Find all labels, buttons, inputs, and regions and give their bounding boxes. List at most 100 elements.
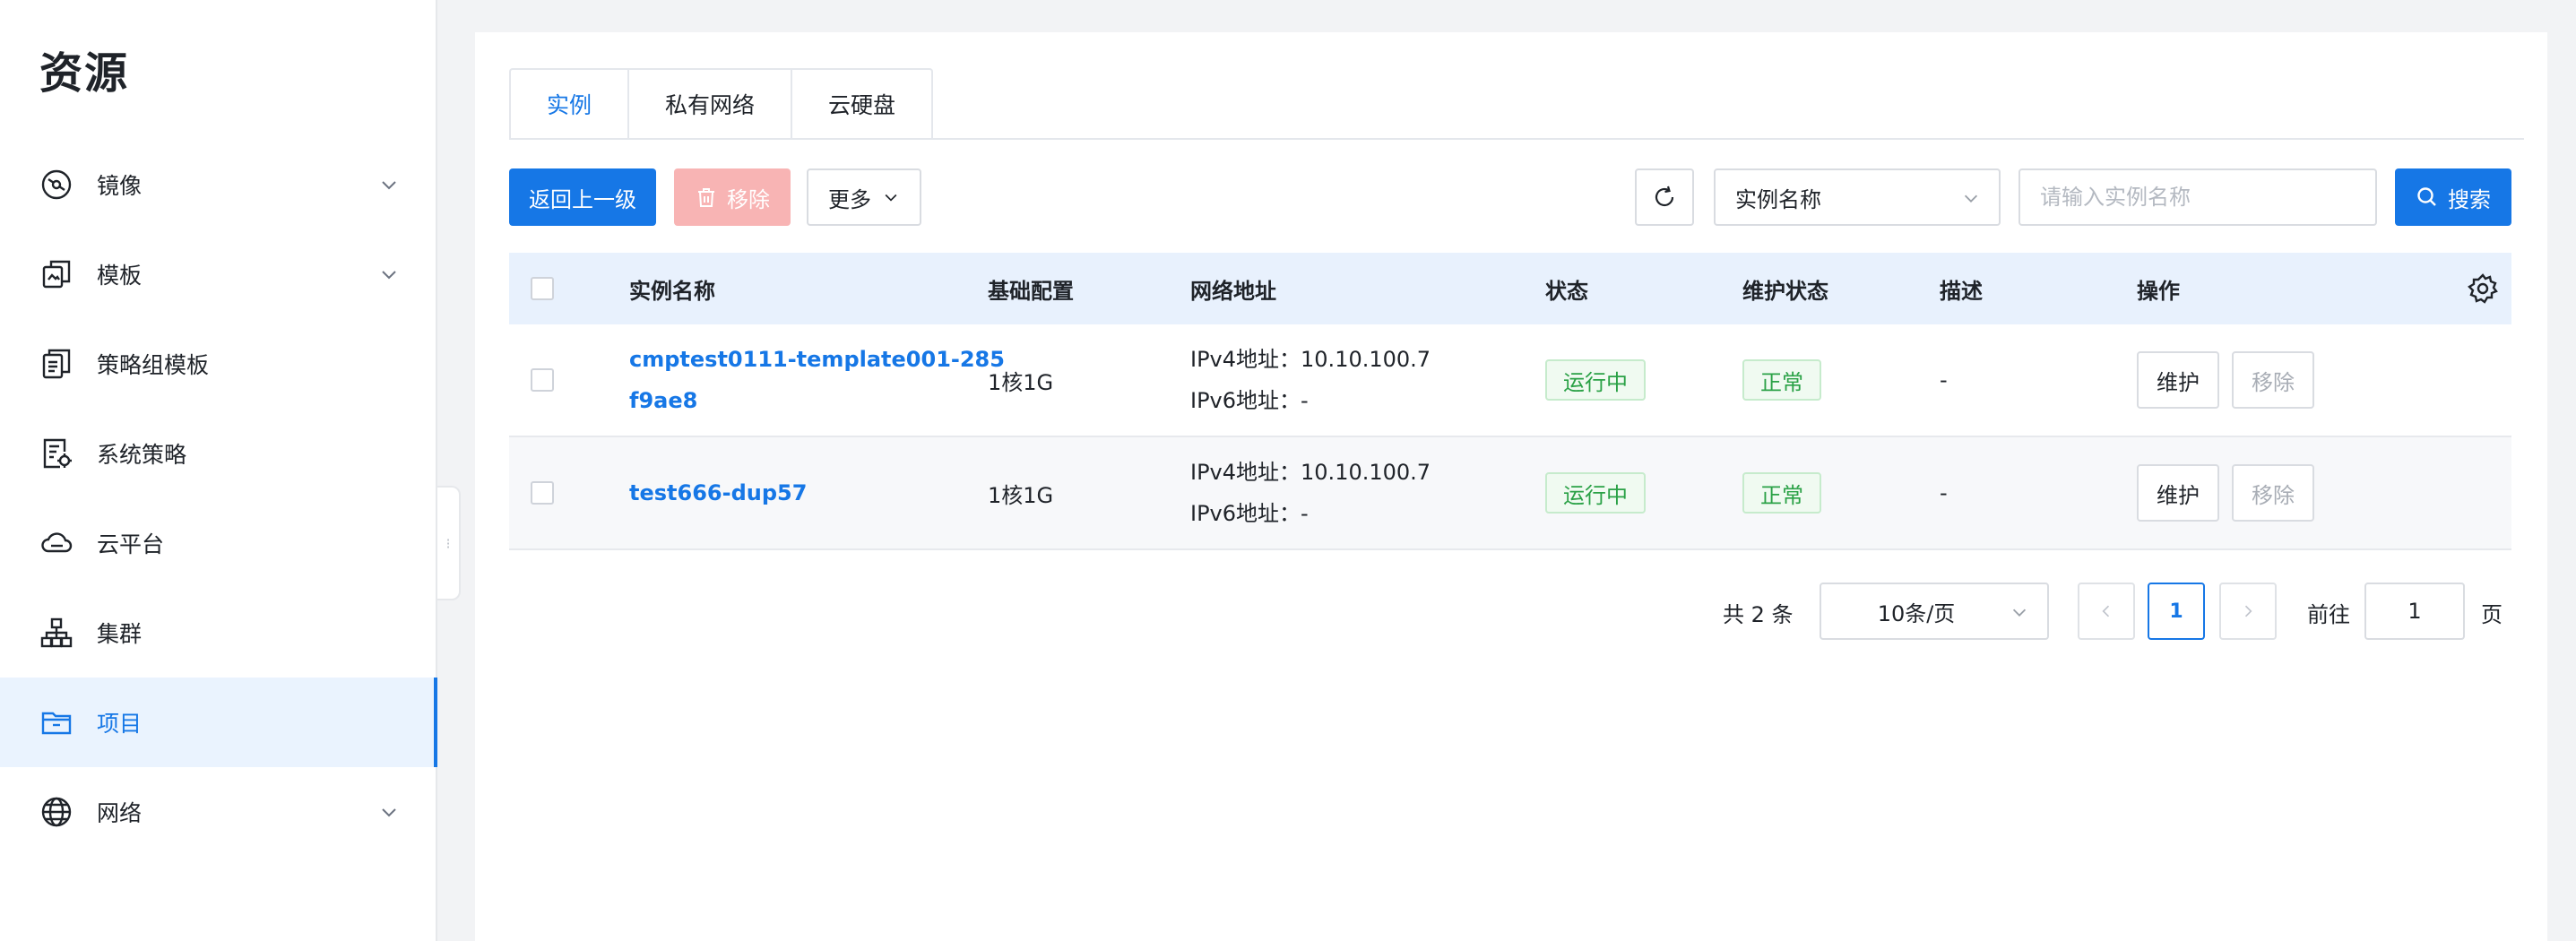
prev-page-button[interactable] <box>2078 583 2135 640</box>
goto-label: 前往 <box>2307 602 2350 627</box>
row-select-cell <box>531 324 554 436</box>
table-header: 实例名称 基础配置 网络地址 状态 维护状态 描述 操作 <box>509 253 2511 324</box>
next-page-button[interactable] <box>2219 583 2277 640</box>
search-button-label: 搜索 <box>2448 186 2491 212</box>
description-cell: - <box>1940 367 1948 393</box>
folder-icon <box>39 705 73 739</box>
chevron-down-icon <box>885 194 897 202</box>
column-header-name[interactable]: 实例名称 <box>629 253 715 324</box>
chevron-down-icon <box>382 181 396 190</box>
maintenance-cell: 正常 <box>1742 437 1821 548</box>
more-dropdown-button[interactable]: 更多 <box>807 168 921 226</box>
status-cell: 运行中 <box>1545 324 1646 436</box>
instances-table: 实例名称 基础配置 网络地址 状态 维护状态 描述 操作 cmptest0111… <box>509 253 2511 550</box>
config-cell: 1核1G <box>988 369 1054 395</box>
chevron-down-icon <box>1964 194 1978 203</box>
sidebar-item-label: 项目 <box>97 711 143 737</box>
refresh-icon <box>1655 186 1674 207</box>
column-header-actions: 操作 <box>2137 278 2180 304</box>
chevron-down-icon <box>2012 609 2027 617</box>
globe-icon <box>39 795 73 829</box>
search-input[interactable] <box>2018 168 2377 226</box>
maintain-button[interactable]: 维护 <box>2137 464 2219 522</box>
sidebar-item-projects[interactable]: 项目 <box>0 678 437 767</box>
sidebar-item-label: 系统策略 <box>97 442 187 468</box>
maintenance-badge: 正常 <box>1742 359 1821 401</box>
column-header-status: 状态 <box>1545 278 1588 304</box>
instance-name-link[interactable]: test666-dup57 <box>629 472 807 514</box>
page-size-select[interactable]: 10条/页 <box>1820 583 2049 640</box>
tab-instances[interactable]: 实例 <box>509 68 630 140</box>
row-remove-button[interactable]: 移除 <box>2232 464 2314 522</box>
sidebar-item-label: 云平台 <box>97 531 165 557</box>
column-settings-button[interactable] <box>2467 253 2499 324</box>
back-button[interactable]: 返回上一级 <box>509 168 656 226</box>
maintenance-cell: 正常 <box>1742 324 1821 436</box>
sidebar-item-label: 网络 <box>97 800 143 826</box>
trash-icon <box>698 188 714 207</box>
system-policy-icon <box>39 436 73 470</box>
description-cell: - <box>1940 480 1948 505</box>
config-cell: 1核1G <box>988 482 1054 508</box>
tab-private-network[interactable]: 私有网络 <box>629 68 793 140</box>
table-row: cmptest0111-template001-285 f9ae8 1核1G I… <box>509 324 2511 437</box>
goto-page-input[interactable] <box>2364 583 2465 640</box>
sidebar-item-label: 模板 <box>97 263 143 289</box>
tab-bar: 实例 私有网络 云硬盘 <box>509 68 934 140</box>
sidebar-item-network[interactable]: 网络 <box>0 767 437 857</box>
instance-name-cell: cmptest0111-template001-285 f9ae8 <box>629 324 1005 436</box>
page-number-current[interactable]: 1 <box>2148 583 2205 640</box>
template-icon <box>39 257 73 291</box>
status-cell: 运行中 <box>1545 437 1646 548</box>
search-button[interactable]: 搜索 <box>2395 168 2511 226</box>
sidebar-item-images[interactable]: 镜像 <box>0 140 437 229</box>
chevron-left-icon <box>2102 605 2110 617</box>
search-icon <box>2417 187 2436 206</box>
cluster-icon <box>39 616 73 650</box>
column-header-description: 描述 <box>1940 278 1983 304</box>
select-all-cell <box>531 253 554 324</box>
row-checkbox[interactable] <box>531 481 554 505</box>
sidebar-title: 资源 <box>39 48 130 99</box>
tabs-divider <box>509 138 2524 140</box>
remove-button[interactable]: 移除 <box>674 168 791 226</box>
sidebar-item-clusters[interactable]: 集群 <box>0 588 437 678</box>
sidebar-item-system-policy[interactable]: 系统策略 <box>0 409 437 498</box>
chevron-down-icon <box>382 808 396 817</box>
sidebar-item-cloud-platform[interactable]: 云平台 <box>0 498 437 588</box>
page-size-value: 10条/页 <box>1877 600 1956 626</box>
sidebar: 资源 镜像 模板 策略组模板 系统策略 云平台 集群 项目 网络 <box>0 0 437 941</box>
status-badge: 运行中 <box>1545 359 1646 401</box>
sidebar-item-label: 策略组模板 <box>97 352 210 378</box>
ipv4-address: IPv4地址：10.10.100.7 <box>1190 460 1431 485</box>
chevron-down-icon <box>382 271 396 280</box>
search-field-value: 实例名称 <box>1735 186 1821 212</box>
column-header-maintenance: 维护状态 <box>1742 278 1828 304</box>
remove-button-label: 移除 <box>727 186 770 212</box>
refresh-button[interactable] <box>1635 168 1694 226</box>
search-field-select[interactable]: 实例名称 <box>1714 168 2001 226</box>
network-cell: IPv4地址：10.10.100.7 IPv6地址：- <box>1190 324 1431 436</box>
row-remove-button[interactable]: 移除 <box>2232 351 2314 409</box>
sidebar-item-label: 镜像 <box>97 173 143 199</box>
actions-cell: 维护 移除 <box>2137 324 2327 436</box>
page-unit-label: 页 <box>2481 602 2503 627</box>
instance-name-link[interactable]: cmptest0111-template001-285 f9ae8 <box>629 339 1005 421</box>
maintenance-badge: 正常 <box>1742 472 1821 514</box>
status-badge: 运行中 <box>1545 472 1646 514</box>
maintain-button[interactable]: 维护 <box>2137 351 2219 409</box>
network-cell: IPv4地址：10.10.100.7 IPv6地址：- <box>1190 437 1431 548</box>
collapse-icon: ⁝ <box>445 534 451 552</box>
sidebar-collapse-handle[interactable]: ⁝ <box>437 486 461 600</box>
row-checkbox[interactable] <box>531 368 554 392</box>
instance-name-line: cmptest0111-template001-285 <box>629 347 1005 372</box>
select-all-checkbox[interactable] <box>531 277 554 300</box>
pagination-total: 共 2 条 <box>1723 602 1794 627</box>
sidebar-item-label: 集群 <box>97 621 143 647</box>
sidebar-item-policy-group-templates[interactable]: 策略组模板 <box>0 319 437 409</box>
cloud-icon <box>39 526 73 560</box>
sidebar-item-templates[interactable]: 模板 <box>0 229 437 319</box>
actions-cell: 维护 移除 <box>2137 437 2327 548</box>
tab-cloud-disk[interactable]: 云硬盘 <box>792 68 934 140</box>
instance-name-line: f9ae8 <box>629 388 698 413</box>
